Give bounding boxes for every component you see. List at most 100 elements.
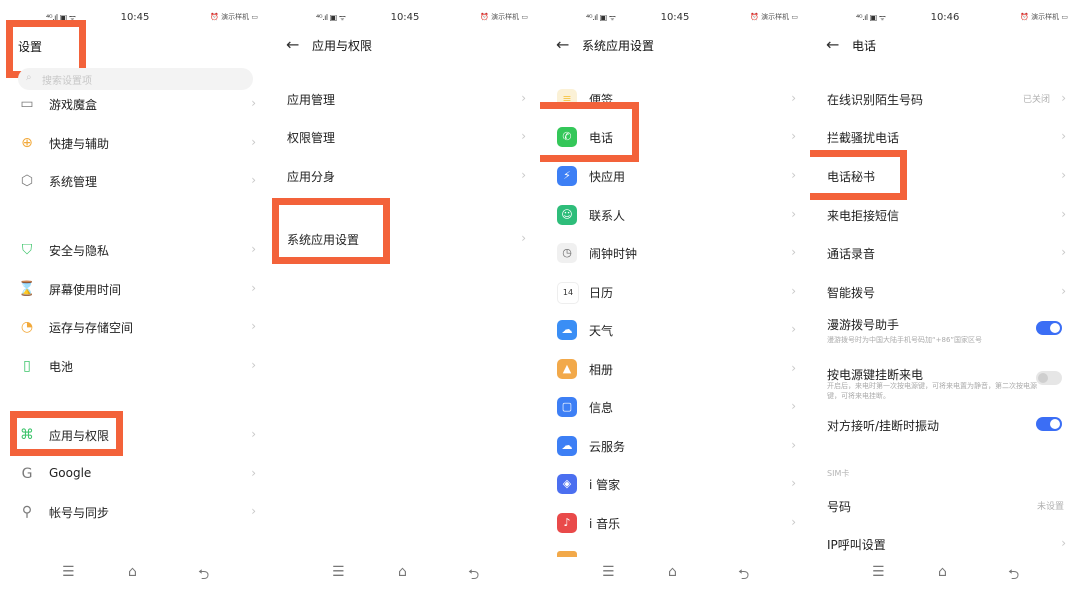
sim-section-header: SIM卡 bbox=[827, 469, 850, 478]
settings-item-battery[interactable]: ▯ 电池 › bbox=[0, 347, 270, 385]
chevron-right-icon: › bbox=[791, 284, 796, 298]
chevron-right-icon: › bbox=[1061, 129, 1066, 143]
home-icon[interactable]: ⌂ bbox=[668, 564, 677, 580]
back-arrow-icon[interactable]: ← bbox=[556, 36, 574, 54]
home-icon[interactable]: ⌂ bbox=[128, 564, 137, 580]
nav-bar: ☰ ⌂ ⮌ bbox=[0, 562, 270, 584]
settings-item-storage[interactable]: ◔ 运存与存储空间 › bbox=[0, 308, 270, 346]
app-item-gallery[interactable]: ▲ 相册 › bbox=[540, 350, 810, 388]
settings-item-shortcut[interactable]: ⊕ 快捷与辅助 › bbox=[0, 124, 270, 162]
chevron-right-icon: › bbox=[251, 466, 256, 480]
settings-item-security[interactable]: ⛉ 安全与隐私 › bbox=[0, 231, 270, 269]
chevron-right-icon: › bbox=[1061, 284, 1066, 298]
settings-screen: ⁴ᴳ.ıl ▣ ᯤ 10:45 ⏰ 演示样机 ▭ 设置 ⌕ 搜索设置项 ▭ 游戏… bbox=[0, 0, 270, 591]
settings-item-account[interactable]: ⚲ 帐号与同步 › bbox=[0, 493, 270, 531]
settings-item-screen-time[interactable]: ⌛ 屏幕使用时间 › bbox=[0, 270, 270, 308]
nav-bar: ☰ ⌂ ⮌ bbox=[810, 562, 1080, 584]
app-item-imanager[interactable]: ◈ i 管家 › bbox=[540, 465, 810, 503]
chevron-right-icon: › bbox=[791, 207, 796, 221]
status-right: ⏰ 演示样机 ▭ bbox=[210, 13, 258, 21]
status-bar: ⁴ᴳ.ıl ▣ ᯤ 10:46 ⏰ 演示样机 ▭ bbox=[810, 8, 1080, 28]
app-item-messages[interactable]: ▢ 信息 › bbox=[540, 388, 810, 426]
chevron-right-icon: › bbox=[1061, 168, 1066, 182]
settings-item-system[interactable]: ⬡ 系统管理 › bbox=[0, 162, 270, 200]
back-nav-icon[interactable]: ⮌ bbox=[1008, 564, 1019, 588]
roaming-toggle[interactable] bbox=[1036, 321, 1062, 335]
chevron-right-icon: › bbox=[791, 322, 796, 336]
power-desc: 开启后，来电时第一次按电源键，可将来电置为静音，第二次按电源键，可将来电挂断。 bbox=[827, 382, 1037, 400]
menu-icon[interactable]: ☰ bbox=[62, 564, 75, 580]
chevron-right-icon: › bbox=[791, 476, 796, 490]
imanager-icon: ◈ bbox=[557, 474, 577, 494]
chevron-right-icon: › bbox=[791, 399, 796, 413]
menu-icon[interactable]: ☰ bbox=[332, 564, 345, 580]
storage-icon: ◔ bbox=[20, 319, 34, 335]
chevron-right-icon: › bbox=[251, 504, 256, 518]
vibrate-toggle[interactable] bbox=[1036, 417, 1062, 431]
gallery-icon: ▲ bbox=[557, 359, 577, 379]
cloud-icon: ☁ bbox=[557, 436, 577, 456]
app-item-quickapp[interactable]: ⚡ 快应用 › bbox=[540, 157, 810, 195]
settings-item-game[interactable]: ▭ 游戏魔盒 › bbox=[0, 85, 270, 123]
apps-item-clone[interactable]: 应用分身 › bbox=[270, 157, 540, 195]
apps-item-permissions[interactable]: 权限管理 › bbox=[270, 118, 540, 156]
hourglass-icon: ⌛ bbox=[18, 281, 36, 297]
clock-icon: ◷ bbox=[557, 243, 577, 263]
app-item-weather[interactable]: ☁ 天气 › bbox=[540, 311, 810, 349]
system-icon: ⬡ bbox=[20, 173, 34, 189]
back-nav-icon[interactable]: ⮌ bbox=[738, 564, 749, 588]
calendar-icon: 14 bbox=[557, 282, 579, 304]
phone-item-power-hangup: 按电源键挂断来电 开启后，来电时第一次按电源键，可将来电置为静音，第二次按电源键… bbox=[810, 355, 1080, 403]
app-item-clock[interactable]: ◷ 闹钟时钟 › bbox=[540, 234, 810, 272]
phone-item-vibrate: 对方接听/挂断时振动 bbox=[810, 406, 1080, 444]
chevron-right-icon: › bbox=[251, 135, 256, 149]
app-item-calendar[interactable]: 14 日历 › bbox=[540, 273, 810, 311]
status-value: 已关闭 bbox=[1022, 95, 1050, 105]
shortcut-icon: ⊕ bbox=[21, 135, 33, 151]
music-icon: ♪ bbox=[557, 513, 577, 533]
back-arrow-icon[interactable]: ← bbox=[826, 36, 844, 54]
chevron-right-icon: › bbox=[791, 245, 796, 259]
search-icon: ⌕ bbox=[26, 72, 32, 83]
phone-item-number[interactable]: 号码 未设置 bbox=[810, 487, 1080, 525]
chevron-right-icon: › bbox=[251, 358, 256, 372]
chevron-right-icon: › bbox=[791, 91, 796, 105]
battery-icon: ▯ bbox=[23, 358, 31, 374]
phone-item-ip-call[interactable]: IP呼叫设置 › bbox=[810, 525, 1080, 563]
game-icon: ▭ bbox=[20, 96, 34, 112]
phone-item-recording[interactable]: 通话录音 › bbox=[810, 234, 1080, 272]
status-bar: ⁴ᴳ.ıl ▣ ᯤ 10:45 ⏰ 演示样机 ▭ bbox=[540, 8, 810, 28]
chevron-right-icon: › bbox=[1061, 245, 1066, 259]
home-icon[interactable]: ⌂ bbox=[938, 564, 947, 580]
title-bar: ← 应用与权限 bbox=[270, 34, 540, 58]
highlight-box bbox=[810, 150, 907, 200]
home-icon[interactable]: ⌂ bbox=[398, 564, 407, 580]
chevron-right-icon: › bbox=[791, 438, 796, 452]
app-item-contacts[interactable]: ☺ 联系人 › bbox=[540, 196, 810, 234]
back-nav-icon[interactable]: ⮌ bbox=[468, 564, 479, 588]
chevron-right-icon: › bbox=[251, 319, 256, 333]
quickapp-icon: ⚡ bbox=[557, 166, 577, 186]
roaming-desc: 漫游拨号时为中国大陆手机号码加“+86”国家区号 bbox=[827, 336, 983, 344]
menu-icon[interactable]: ☰ bbox=[872, 564, 885, 580]
phone-item-caller-id[interactable]: 在线识别陌生号码 已关闭 › bbox=[810, 80, 1080, 118]
status-right: ⏰ 演示样机 ▭ bbox=[750, 13, 798, 21]
partial-app-icon bbox=[557, 551, 577, 557]
menu-icon[interactable]: ☰ bbox=[602, 564, 615, 580]
settings-item-google[interactable]: G Google › bbox=[0, 455, 270, 493]
page-title: 系统应用设置 bbox=[582, 39, 655, 53]
apps-item-manage[interactable]: 应用管理 › bbox=[270, 80, 540, 118]
app-item-music[interactable]: ♪ i 音乐 › bbox=[540, 504, 810, 542]
highlight-box bbox=[10, 411, 123, 456]
back-arrow-icon[interactable]: ← bbox=[286, 36, 304, 54]
app-item-cloud[interactable]: ☁ 云服务 › bbox=[540, 427, 810, 465]
highlight-box bbox=[272, 198, 390, 264]
google-icon: G bbox=[21, 466, 33, 482]
chevron-right-icon: › bbox=[521, 129, 526, 143]
chevron-right-icon: › bbox=[1061, 207, 1066, 221]
power-hangup-toggle[interactable] bbox=[1036, 371, 1062, 385]
chevron-right-icon: › bbox=[251, 281, 256, 295]
weather-icon: ☁ bbox=[557, 320, 577, 340]
phone-item-reject-sms[interactable]: 来电拒接短信 › bbox=[810, 196, 1080, 234]
back-nav-icon[interactable]: ⮌ bbox=[198, 564, 209, 588]
